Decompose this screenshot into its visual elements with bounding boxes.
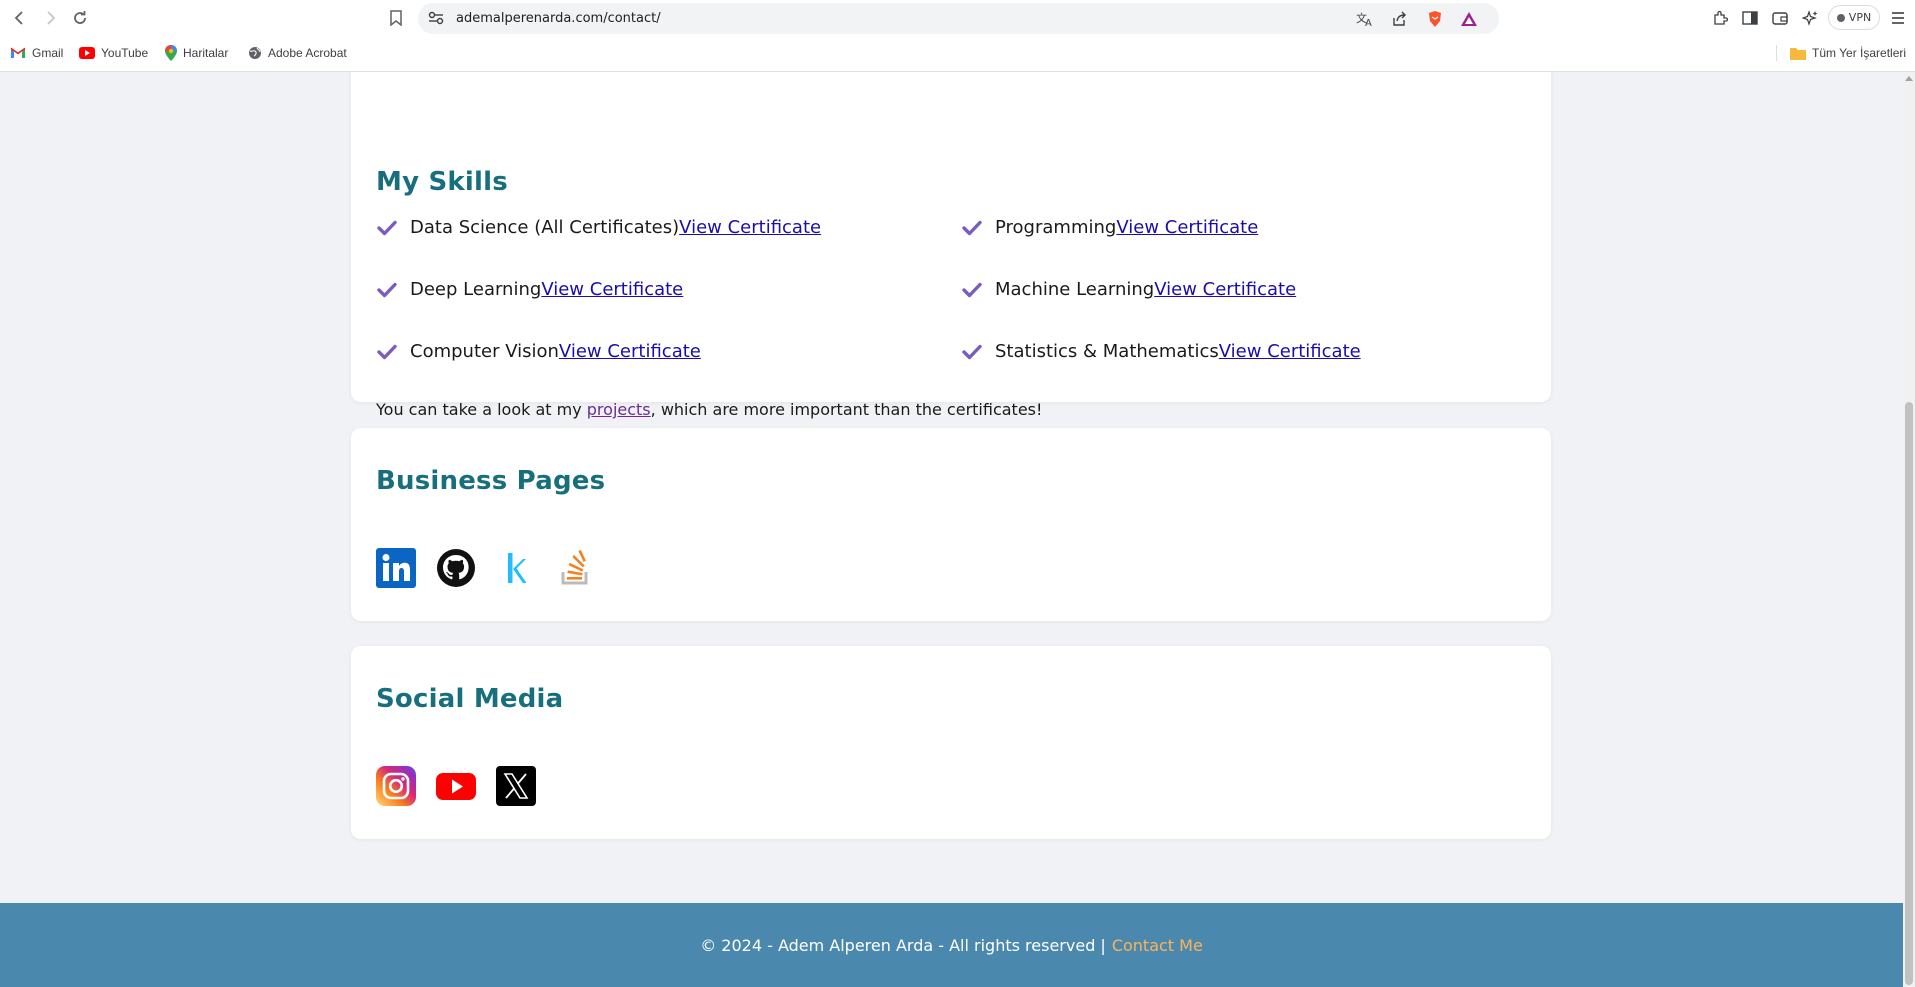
- maps-pin-icon: [165, 45, 177, 61]
- forward-button[interactable]: [38, 6, 62, 30]
- browser-chrome: ademalperenarda.com/contact/ 文A VPN Gmai…: [0, 0, 1915, 72]
- footer-copyright: © 2024 - Adem Alperen Arda - All rights …: [700, 935, 1106, 955]
- bookmark-label: Haritalar: [183, 46, 229, 60]
- skill-item: Computer Vision View Certificate: [376, 341, 701, 362]
- stackoverflow-icon[interactable]: [556, 548, 596, 588]
- bookmark-haritalar[interactable]: Haritalar: [165, 43, 228, 63]
- page-footer: © 2024 - Adem Alperen Arda - All rights …: [0, 903, 1903, 987]
- vpn-label: VPN: [1848, 11, 1872, 24]
- projects-link[interactable]: projects: [587, 400, 651, 419]
- check-icon: [961, 342, 983, 362]
- skills-title: My Skills: [376, 167, 508, 197]
- sidebar-toggle-icon[interactable]: [1738, 6, 1762, 30]
- gmail-icon: [10, 47, 26, 58]
- globe-icon: [249, 47, 261, 59]
- skill-item: Machine Learning View Certificate: [961, 279, 1296, 300]
- x-icon[interactable]: [496, 766, 536, 806]
- folder-icon: [1790, 47, 1806, 60]
- bookmark-label: Gmail: [32, 46, 64, 60]
- brave-shields-icon[interactable]: [1424, 8, 1446, 30]
- skill-item: Programming View Certificate: [961, 217, 1258, 238]
- scroll-up-icon[interactable]: [1905, 76, 1913, 81]
- page-scrollbar[interactable]: [1903, 72, 1915, 987]
- translate-icon[interactable]: 文A: [1354, 8, 1376, 30]
- view-certificate-link[interactable]: View Certificate: [1154, 279, 1296, 300]
- check-icon: [376, 218, 398, 238]
- view-certificate-link[interactable]: View Certificate: [541, 279, 683, 300]
- github-icon[interactable]: [436, 548, 476, 588]
- svg-text:A: A: [1365, 18, 1372, 27]
- youtube-icon[interactable]: [436, 766, 476, 806]
- projects-note: You can take a look at my projects, whic…: [376, 400, 1042, 419]
- skill-item: Deep Learning View Certificate: [376, 279, 683, 300]
- note-suffix: , which are more important than the cert…: [650, 400, 1043, 419]
- bookmarks-bar: Gmail YouTube Haritalar Adobe Acrobat Tü…: [0, 40, 1915, 66]
- bookmark-youtube[interactable]: YouTube: [79, 43, 148, 63]
- bookmark-label: YouTube: [101, 46, 149, 60]
- address-bar[interactable]: ademalperenarda.com/contact/ 文A: [418, 3, 1499, 34]
- skills-card: My Skills Data Science (All Certificates…: [351, 72, 1551, 419]
- leo-ai-icon[interactable]: [1798, 6, 1822, 30]
- menu-icon[interactable]: [1886, 6, 1910, 30]
- note-prefix: You can take a look at my: [376, 400, 587, 419]
- bookmark-adobe-acrobat[interactable]: Adobe Acrobat: [248, 43, 347, 63]
- check-icon: [961, 218, 983, 238]
- wallet-icon[interactable]: [1768, 6, 1792, 30]
- check-icon: [376, 280, 398, 300]
- skill-name: Machine Learning: [995, 279, 1155, 300]
- view-certificate-link[interactable]: View Certificate: [679, 217, 821, 238]
- view-certificate-link[interactable]: View Certificate: [559, 341, 701, 362]
- skill-name: Computer Vision: [410, 341, 559, 362]
- vpn-status-icon: [1836, 13, 1845, 22]
- skill-item: Statistics & Mathematics View Certificate: [961, 341, 1361, 362]
- youtube-small-icon: [79, 47, 95, 59]
- reload-icon: [74, 11, 86, 24]
- all-bookmarks-label: Tüm Yer İşaretleri: [1812, 46, 1907, 60]
- contact-me-link[interactable]: Contact Me: [1112, 936, 1203, 955]
- kaggle-icon[interactable]: [496, 548, 536, 588]
- extensions-icon[interactable]: [1708, 6, 1732, 30]
- bookmarks-separator: [1776, 45, 1777, 61]
- linkedin-icon[interactable]: [376, 548, 416, 588]
- browser-toolbar: ademalperenarda.com/contact/ 文A VPN: [0, 0, 1915, 36]
- bookmark-label: Adobe Acrobat: [268, 46, 347, 60]
- bookmark-page-button[interactable]: [384, 6, 408, 30]
- forward-arrow-icon: [47, 11, 56, 25]
- back-arrow-icon: [14, 11, 23, 25]
- site-settings-icon[interactable]: [426, 8, 446, 28]
- bookmark-icon: [390, 10, 402, 26]
- social-media-card: Social Media: [351, 646, 1551, 839]
- check-icon: [961, 280, 983, 300]
- social-media-title: Social Media: [376, 684, 564, 714]
- scrollbar-thumb[interactable]: [1905, 402, 1913, 985]
- view-certificate-link[interactable]: View Certificate: [1219, 341, 1361, 362]
- vpn-button[interactable]: VPN: [1828, 5, 1880, 30]
- check-icon: [376, 342, 398, 362]
- share-icon[interactable]: [1388, 8, 1410, 30]
- skill-item: Data Science (All Certificates) View Cert…: [376, 217, 821, 238]
- back-button[interactable]: [8, 6, 32, 30]
- page-viewport: My Skills Data Science (All Certificates…: [0, 72, 1903, 987]
- all-bookmarks-folder[interactable]: Tüm Yer İşaretleri: [1790, 43, 1906, 63]
- instagram-icon[interactable]: [376, 766, 416, 806]
- brave-rewards-icon[interactable]: [1458, 8, 1480, 30]
- skill-name: Data Science (All Certificates): [410, 217, 680, 238]
- business-pages-title: Business Pages: [376, 466, 606, 496]
- skill-name: Deep Learning: [410, 279, 542, 300]
- business-pages-card: Business Pages: [351, 428, 1551, 621]
- bookmark-gmail[interactable]: Gmail: [10, 43, 63, 63]
- url-text: ademalperenarda.com/contact/: [456, 11, 661, 26]
- skill-name: Programming: [995, 217, 1117, 238]
- view-certificate-link[interactable]: View Certificate: [1116, 217, 1258, 238]
- reload-button[interactable]: [68, 6, 92, 30]
- skill-name: Statistics & Mathematics: [995, 341, 1219, 362]
